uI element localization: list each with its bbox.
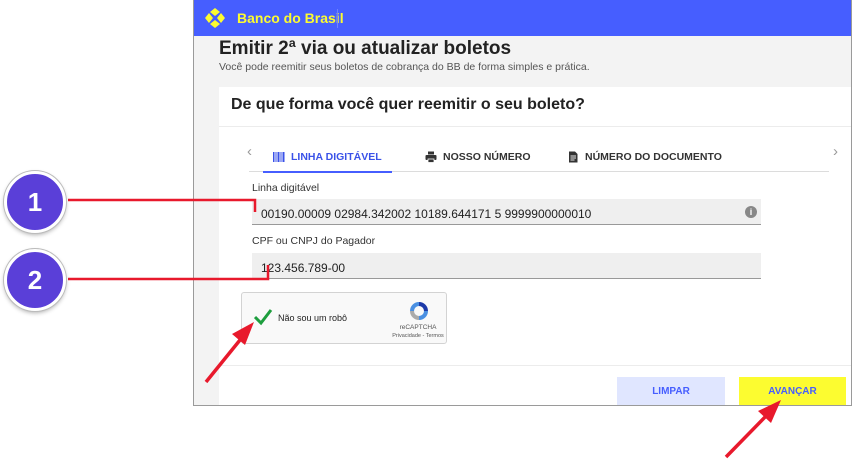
chevron-right-icon[interactable]: › [833, 143, 838, 160]
tab-label: LINHA DIGITÁVEL [291, 151, 382, 163]
tabs: LINHA DIGITÁVEL NOSSO NÚMERO NÚMERO DO D… [249, 143, 829, 173]
app-window: Banco do Brasil Emitir 2ª via ou atualiz… [193, 0, 852, 406]
tab-nosso-numero[interactable]: NOSSO NÚMERO [425, 143, 531, 171]
page-title: Emitir 2ª via ou atualizar boletos [219, 38, 512, 59]
cpf-cnpj-value: 123.456.789-00 [261, 261, 346, 275]
tab-linha-digitavel[interactable]: LINHA DIGITÁVEL [263, 143, 392, 173]
tab-label: NOSSO NÚMERO [443, 151, 531, 163]
tab-label: NÚMERO DO DOCUMENTO [585, 151, 722, 163]
step-marker-2: 2 [4, 249, 66, 311]
linha-digitavel-input[interactable]: 00190.00009 02984.342002 10189.644171 5 … [252, 199, 761, 225]
brand-name[interactable]: Banco do Brasil [237, 10, 344, 26]
info-icon[interactable]: i [745, 206, 757, 218]
divider [219, 365, 851, 366]
form-question: De que forma você quer reemitir o seu bo… [231, 96, 585, 113]
printer-icon [425, 151, 437, 163]
header-divider [337, 9, 338, 28]
linha-digitavel-label: Linha digitável [252, 182, 320, 194]
banco-do-brasil-logo-icon[interactable] [204, 7, 226, 29]
step-marker-1: 1 [4, 171, 66, 233]
recaptcha-logo-icon [410, 302, 428, 320]
document-icon [569, 151, 578, 163]
linha-digitavel-value: 00190.00009 02984.342002 10189.644171 5 … [261, 207, 592, 221]
clear-button[interactable]: LIMPAR [617, 377, 725, 405]
form-card: De que forma você quer reemitir o seu bo… [219, 87, 851, 405]
barcode-icon [273, 152, 285, 162]
tab-numero-documento[interactable]: NÚMERO DO DOCUMENTO [567, 143, 722, 171]
cpf-cnpj-input[interactable]: 123.456.789-00 [252, 253, 761, 279]
cpf-cnpj-label: CPF ou CNPJ do Pagador [252, 235, 376, 247]
recaptcha-brand: reCAPTCHA [399, 324, 437, 331]
page-subtitle: Você pode reemitir seus boletos de cobra… [219, 61, 590, 73]
top-bar: Banco do Brasil [194, 0, 851, 36]
arrow-next-button [724, 400, 781, 459]
recaptcha-widget: Não sou um robô reCAPTCHA Privacidade - … [241, 292, 447, 344]
next-button[interactable]: AVANÇAR [739, 377, 846, 405]
divider [219, 126, 851, 127]
checkmark-icon[interactable] [253, 307, 273, 327]
recaptcha-links[interactable]: Privacidade - Termos [382, 333, 454, 339]
recaptcha-label: Não sou um robô [278, 313, 348, 323]
